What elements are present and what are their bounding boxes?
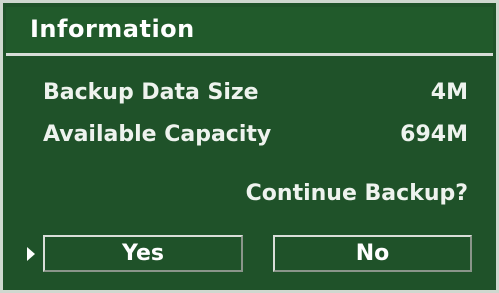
dialog-title: Information: [30, 15, 195, 43]
backup-data-size-row: Backup Data Size 4M: [43, 80, 468, 114]
backup-data-size-label: Backup Data Size: [43, 80, 259, 105]
selection-arrow-icon: [27, 247, 35, 261]
available-capacity-label: Available Capacity: [43, 122, 272, 147]
available-capacity-row: Available Capacity 694M: [43, 122, 468, 156]
yes-button[interactable]: Yes: [43, 235, 243, 272]
backup-data-size-value: 4M: [430, 80, 468, 105]
continue-backup-prompt: Continue Backup?: [245, 181, 468, 206]
dialog-title-bar: Information: [6, 7, 493, 56]
no-button[interactable]: No: [273, 235, 472, 272]
information-dialog: Information Backup Data Size 4M Availabl…: [0, 0, 499, 293]
available-capacity-value: 694M: [400, 122, 468, 147]
